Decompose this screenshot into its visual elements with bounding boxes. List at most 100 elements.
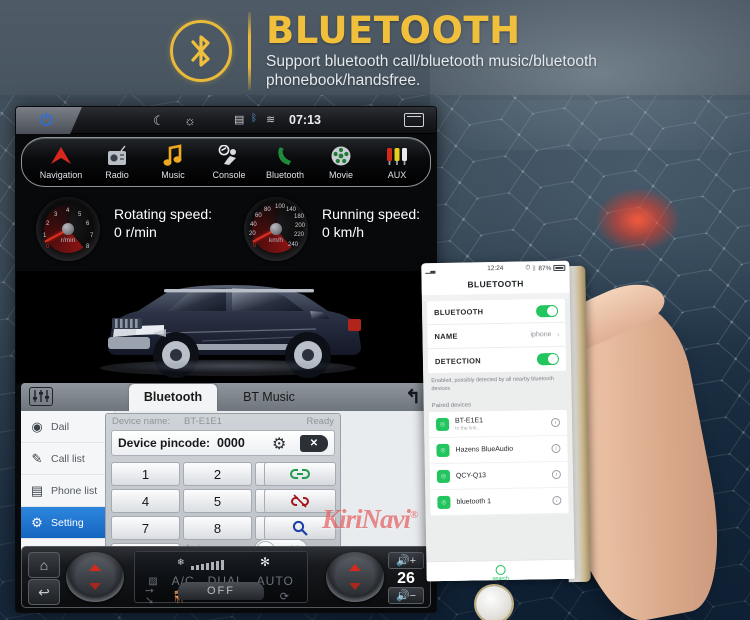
banner-subtitle: Support bluetooth call/bluetooth music/b… — [266, 53, 597, 89]
temperature-knob-right[interactable] — [326, 552, 384, 602]
source-label: Movie — [328, 170, 353, 180]
key-5[interactable]: 5 — [183, 489, 252, 513]
source-bluetooth[interactable]: Bluetooth — [258, 141, 312, 180]
tab-bluetooth[interactable]: Bluetooth — [129, 384, 217, 411]
key-2[interactable]: 2 — [183, 462, 252, 486]
rotating-speed-label: Rotating speed: — [114, 206, 213, 222]
sidebar-item-phone-list[interactable]: ▤ Phone list — [21, 475, 114, 507]
temperature-knob-left[interactable] — [66, 552, 124, 602]
car-shadow — [111, 359, 351, 373]
fan-icon[interactable]: ✻ — [260, 555, 270, 569]
tab-bt-music[interactable]: BT Music — [225, 384, 313, 411]
equalizer-icon[interactable] — [29, 387, 53, 406]
source-label: Music — [161, 170, 185, 180]
volume-up-icon[interactable]: 🔊+ — [388, 552, 424, 569]
temp-down-right-icon[interactable] — [349, 583, 361, 590]
device-text: bluetooth 1 — [456, 498, 491, 506]
call-list-icon: ✎ — [31, 450, 43, 466]
source-navigation[interactable]: Navigation — [34, 141, 88, 180]
temp-up-right-icon[interactable] — [349, 564, 361, 571]
banner-divider — [248, 12, 251, 90]
temp-up-left-icon[interactable] — [89, 564, 101, 571]
aux-rca-icon — [370, 141, 424, 171]
bt-tab-bar: Bluetooth BT Music ↰ — [21, 383, 431, 411]
window-icon[interactable] — [404, 113, 424, 127]
tach-hub — [62, 223, 74, 235]
battery-percent: 87% — [538, 264, 552, 272]
source-console[interactable]: Console — [202, 141, 256, 180]
row-label: NAME — [434, 331, 458, 342]
phone-status-bar: ▁▃ 12:24 ⏱ ᛒ 87% — [421, 260, 570, 277]
car-head-unit: ⏻ ☾ ☼ ▤ ᛒ ≋ 07:13 Navigation Radio Music… — [16, 107, 436, 612]
home-button[interactable] — [476, 586, 512, 620]
list-item[interactable]: ⌾ QCY-Q13 i — [429, 461, 569, 491]
gear-icon[interactable]: ⚙ — [272, 434, 286, 454]
info-icon[interactable]: i — [550, 417, 561, 428]
battery-icon — [553, 264, 566, 272]
headset-icon: ⌾ — [436, 443, 450, 458]
climate-display: ❄ ✻ ▨ A/C DUAL AUTO ➙ ➘ 🪑 ▩ ⟳ OFF — [134, 551, 308, 607]
device-text: BT-E1E1 In the link... — [455, 417, 483, 431]
bluetooth-switch[interactable] — [535, 304, 559, 317]
source-label: Navigation — [39, 170, 83, 180]
sidebar-item-label: Call list — [51, 452, 85, 465]
info-icon[interactable]: i — [551, 443, 561, 454]
sidebar-item-call-list[interactable]: ✎ Call list — [21, 443, 114, 475]
recirculate-icon[interactable]: ⟳ — [280, 590, 289, 603]
screenshot-root: BLUETOOTH Support bluetooth call/bluetoo… — [0, 0, 750, 620]
detection-switch[interactable] — [536, 352, 560, 366]
brightness-icon[interactable]: ☼ — [184, 113, 196, 128]
backspace-icon[interactable]: ✕ — [300, 435, 328, 452]
source-movie[interactable]: Movie — [314, 141, 368, 180]
list-item[interactable]: ⌾ bluetooth 1 i — [430, 487, 569, 517]
bt-status: Ready — [306, 416, 334, 427]
banner-title: BLUETOOTH — [266, 9, 521, 52]
bluetooth-icon: ᛒ — [251, 113, 257, 124]
snowflake-icon: ❄ — [177, 557, 185, 567]
phone-status-right: ⏱ ᛒ 87% — [525, 264, 566, 273]
alarm-icon: ⏱ — [525, 264, 531, 272]
head-unit-status-bar: ⏻ ☾ ☼ ▤ ᛒ ≋ 07:13 — [16, 107, 436, 134]
headset-icon: ⌾ — [436, 469, 451, 484]
row-name[interactable]: NAME iphone › — [427, 322, 566, 350]
rotating-speed-readout: Rotating speed: 0 r/min — [114, 205, 212, 241]
key-7[interactable]: 7 — [111, 516, 180, 540]
back-arrow-icon[interactable]: ↰ — [405, 386, 421, 409]
list-item[interactable]: ⌾ BT-E1E1 In the link... i — [428, 409, 568, 439]
airflow-down-icon[interactable]: ➘ — [145, 594, 154, 607]
sidebar-item-setting[interactable]: ⚙ Setting — [21, 507, 114, 539]
key-4[interactable]: 4 — [111, 489, 180, 513]
row-label: DETECTION — [434, 355, 482, 366]
list-item[interactable]: ⌾ Hazens BlueAudio i — [429, 435, 568, 465]
headset-icon: ⌾ — [437, 495, 451, 510]
row-value: iphone — [530, 331, 552, 339]
info-icon[interactable]: i — [552, 495, 562, 506]
volume-down-icon[interactable]: 🔊− — [388, 587, 424, 604]
row-bluetooth-toggle[interactable]: BLUETOOTH — [426, 298, 566, 326]
vehicle-image — [16, 271, 436, 383]
key-1[interactable]: 1 — [111, 462, 180, 486]
home-icon[interactable]: ⌂ — [28, 552, 60, 578]
source-label: Bluetooth — [265, 170, 305, 180]
source-radio[interactable]: Radio — [90, 141, 144, 180]
radio-icon — [90, 141, 144, 171]
off-button[interactable]: OFF — [178, 582, 264, 600]
pincode-value[interactable]: 0000 — [217, 436, 245, 450]
source-music[interactable]: Music — [146, 141, 200, 180]
device-name-value: BT-E1E1 — [184, 416, 223, 427]
row-detection-toggle[interactable]: DETECTION — [428, 347, 566, 373]
usb-icon: ▤ — [234, 114, 245, 126]
source-aux[interactable]: AUX — [370, 141, 424, 180]
music-note-icon — [146, 141, 200, 171]
watermark-mark: ® — [410, 509, 418, 521]
signal-bars-icon: ▁▃ — [425, 267, 436, 275]
info-icon[interactable]: i — [551, 469, 562, 480]
moon-icon[interactable]: ☾ — [153, 113, 165, 129]
sidebar-item-dail[interactable]: ◉ Dail — [21, 411, 114, 443]
phone-book-icon: ▤ — [30, 482, 44, 498]
phone-settings-card: BLUETOOTH NAME iphone › DETECTION — [426, 298, 567, 374]
link-connect-icon[interactable] — [264, 462, 336, 486]
phone-search-footer[interactable]: search — [426, 558, 575, 582]
back-arrow-icon[interactable]: ↩ — [28, 579, 60, 605]
temp-down-left-icon[interactable] — [89, 583, 101, 590]
